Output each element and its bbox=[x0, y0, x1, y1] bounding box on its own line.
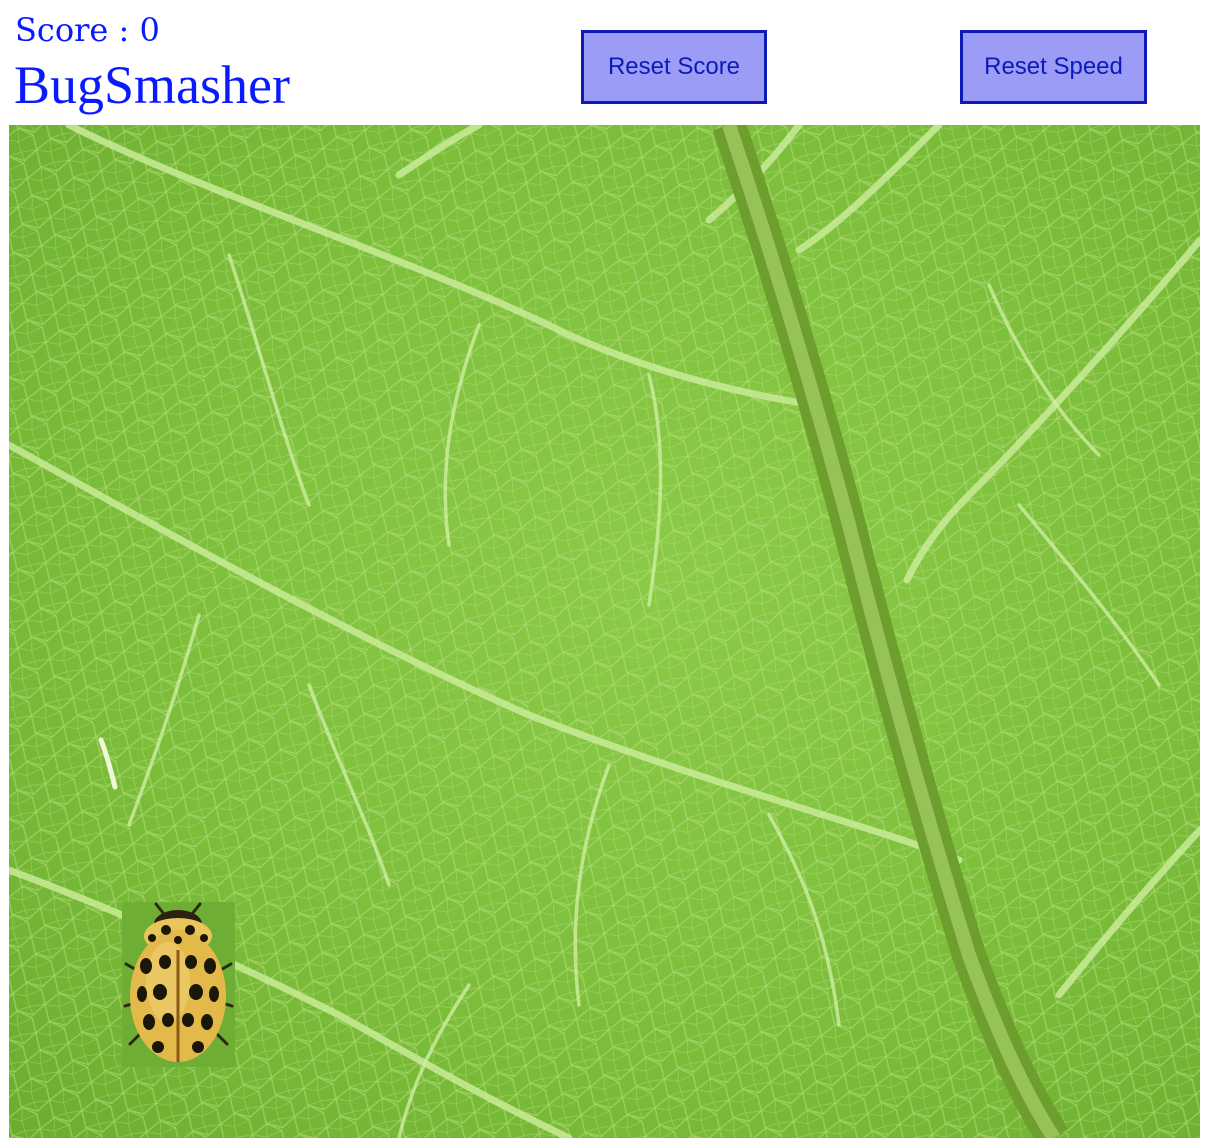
score-display: Score : 0 bbox=[15, 11, 160, 49]
reset-speed-button[interactable]: Reset Speed bbox=[960, 30, 1147, 104]
game-title: BugSmasher bbox=[14, 55, 290, 115]
reset-score-button[interactable]: Reset Score bbox=[581, 30, 767, 104]
ladybug-icon bbox=[122, 902, 235, 1067]
bugsmasher-page: Score : 0 BugSmasher Reset Score Reset S… bbox=[0, 0, 1206, 1146]
ladybug-sprite[interactable] bbox=[122, 902, 235, 1067]
game-canvas[interactable] bbox=[9, 125, 1200, 1138]
